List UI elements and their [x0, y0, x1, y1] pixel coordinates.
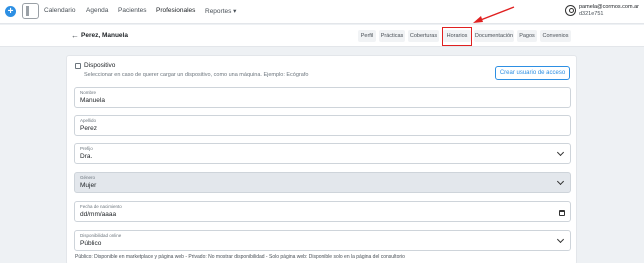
tab-convenios[interactable]: Convenios [540, 30, 571, 42]
availability-footnote: Público: Disponible en marketplace y pág… [75, 254, 405, 260]
device-checkbox[interactable] [75, 63, 81, 69]
genero-select[interactable]: Género Mujer [74, 172, 571, 193]
disponibilidad-select[interactable]: Disponibilidad online Público [74, 230, 571, 251]
user-circle-icon[interactable] [565, 5, 576, 16]
tab-documentacion[interactable]: Documentación [474, 30, 514, 42]
field-value: Mujer [80, 182, 97, 189]
device-label: Dispositivo [84, 62, 116, 69]
chevron-down-icon [556, 148, 565, 157]
chevron-down-icon [556, 177, 565, 186]
plus-icon[interactable]: + [5, 6, 16, 17]
nav-calendario[interactable]: Calendario [44, 7, 75, 14]
user-id: d321e751 [579, 11, 604, 17]
nav-pacientes[interactable]: Pacientes [118, 7, 147, 14]
tab-perfil[interactable]: Perfil [358, 30, 376, 42]
field-value: Dra. [80, 153, 93, 160]
field-label: Apellido [80, 118, 97, 123]
field-value: Público [80, 240, 102, 247]
field-label: Prefijo [80, 146, 93, 151]
top-navbar: + Calendario Agenda Pacientes Profesiona… [0, 0, 644, 24]
sidebar-toggle-icon[interactable] [22, 3, 39, 19]
annotation-highlight-box [442, 27, 472, 46]
chevron-down-icon [556, 235, 565, 244]
field-value: Perez [80, 125, 97, 132]
tab-practicas[interactable]: Prácticas [379, 30, 405, 42]
calendar-icon[interactable] [559, 210, 565, 216]
annotation-arrow-icon [473, 6, 515, 23]
profile-header: ← Perez, Manuela Perfil Prácticas Cobert… [0, 25, 644, 47]
nav-reportes[interactable]: Reportes ▾ [205, 7, 236, 15]
field-value: dd/mm/aaaa [80, 211, 117, 218]
user-email: pamela@cormos.com.ar [579, 4, 639, 10]
nav-agenda[interactable]: Agenda [86, 7, 108, 14]
apellido-field[interactable]: Apellido Perez [74, 115, 571, 136]
field-label: Género [80, 175, 96, 180]
tab-pagos[interactable]: Pagos [517, 30, 537, 42]
tab-coberturas[interactable]: Coberturas [408, 30, 439, 42]
create-access-user-button[interactable]: Crear usuario de acceso [495, 66, 570, 80]
birthdate-field[interactable]: Fecha de nacimiento dd/mm/aaaa [74, 201, 571, 222]
back-arrow-icon[interactable]: ← [71, 31, 79, 40]
field-label: Fecha de nacimiento [80, 204, 122, 209]
field-label: Nombre [80, 90, 97, 95]
nombre-field[interactable]: Nombre Manuela [74, 87, 571, 108]
field-value: Manuela [80, 97, 105, 104]
prefijo-select[interactable]: Prefijo Dra. [74, 143, 571, 164]
device-help-text: Seleccionar en caso de querer cargar un … [84, 72, 309, 78]
page-title: Perez, Manuela [81, 32, 128, 39]
field-label: Disponibilidad online [80, 233, 122, 238]
nav-profesionales[interactable]: Profesionales [156, 7, 195, 14]
